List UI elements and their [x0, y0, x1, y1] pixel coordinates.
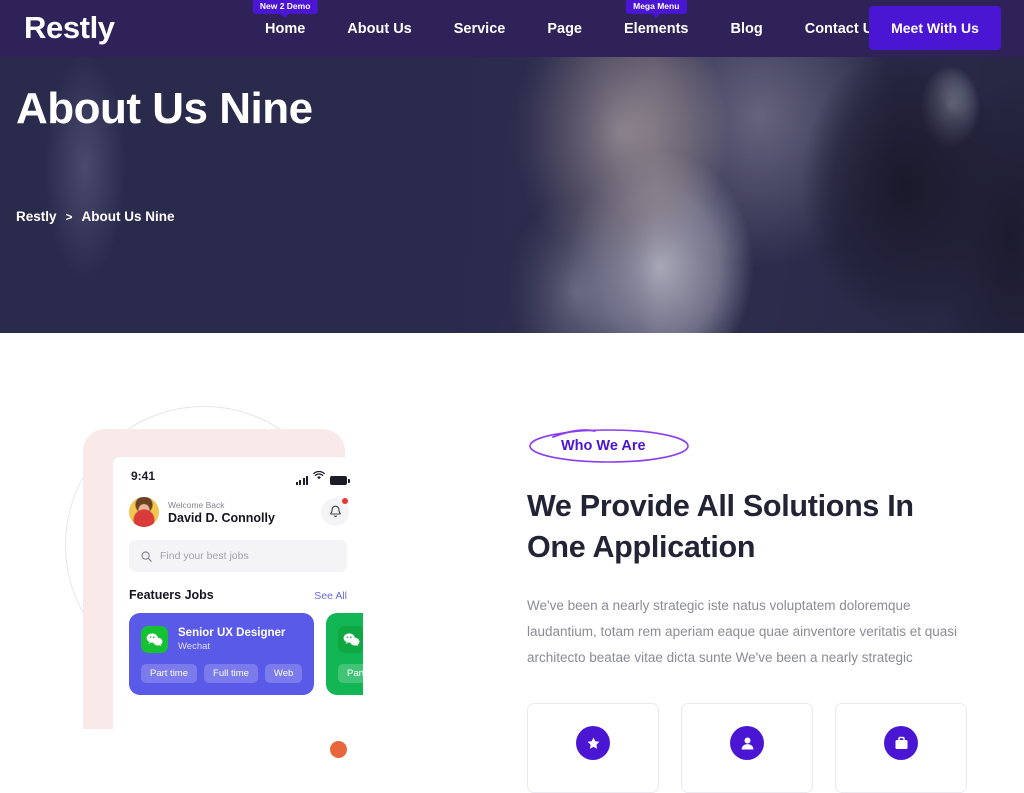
nav-item-blog[interactable]: Blog — [731, 21, 763, 37]
status-time: 9:41 — [131, 469, 156, 483]
section-description: We've been a nearly strategic iste natus… — [527, 598, 957, 665]
nav-badge-new-2-demo: New 2 Demo — [252, 0, 318, 14]
wechat-icon — [338, 626, 363, 653]
page-title: About Us Nine — [16, 84, 313, 133]
phone-status-bar: 9:41 — [113, 457, 363, 491]
section-eyebrow: Who We Are — [527, 427, 689, 466]
notification-dot-icon — [342, 498, 348, 504]
phone-screen: 9:41 Welcome Back David D. Connolly Find… — [113, 457, 363, 732]
nav-item-elements[interactable]: Mega Menu Elements — [624, 0, 689, 37]
feature-icon-2 — [730, 726, 764, 760]
job-tags: Part time Full time Web — [141, 664, 303, 683]
about-content: Who We Are We Provide All Solutions In O… — [527, 333, 997, 793]
breadcrumb-separator-icon: > — [65, 209, 73, 224]
hero-banner: About Us Nine Restly > About Us Nine — [0, 57, 1024, 333]
wechat-icon — [141, 626, 168, 653]
job-tag: Web — [264, 664, 303, 683]
feature-cards-row — [527, 703, 997, 793]
job-card[interactable]: Senior UX Designer Wechat Part time Full… — [129, 613, 314, 695]
job-company: Wechat — [178, 641, 211, 652]
decorative-orange-dot — [330, 741, 347, 758]
see-all-link[interactable]: See All — [314, 590, 347, 602]
feature-icon-3 — [884, 726, 918, 760]
phone-frame: 9:41 Welcome Back David D. Connolly Find… — [83, 429, 363, 732]
nav-item-page[interactable]: Page — [547, 21, 582, 37]
site-logo[interactable]: Restly — [24, 11, 115, 45]
job-card-header: Senior UX Designer Wechat — [141, 626, 302, 653]
wifi-icon — [313, 467, 325, 485]
breadcrumb-current: About Us Nine — [81, 209, 175, 224]
signal-bars-icon — [295, 476, 308, 485]
section-heading: We Provide All Solutions In One Applicat… — [527, 489, 914, 564]
feature-card[interactable] — [527, 703, 659, 793]
nav-item-service[interactable]: Service — [454, 21, 506, 37]
job-tag: Full time — [204, 664, 258, 683]
notification-bell-button[interactable] — [321, 498, 349, 526]
meet-with-us-button[interactable]: Meet With Us — [869, 6, 1001, 50]
nav-item-about-us[interactable]: About Us — [347, 21, 411, 37]
job-card-header: Senior UX Designer Wechat — [338, 626, 363, 653]
eyebrow-label: Who We Are — [561, 438, 646, 454]
breadcrumb: Restly > About Us Nine — [16, 209, 175, 224]
main-navigation: New 2 Demo Home About Us Service Page Me… — [252, 0, 881, 57]
user-avatar — [129, 497, 159, 527]
user-text-block: Welcome Back David D. Connolly — [168, 499, 312, 526]
feature-card[interactable] — [681, 703, 813, 793]
nav-label-elements: Elements — [624, 20, 689, 37]
nav-label-blog: Blog — [730, 20, 763, 37]
welcome-label: Welcome Back — [168, 499, 225, 510]
job-role: Senior UX Designer — [178, 627, 286, 639]
nav-label-service: Service — [453, 20, 506, 37]
job-card-text: Senior UX Designer Wechat — [178, 626, 285, 653]
job-search-input[interactable]: Find your best jobs — [129, 540, 347, 572]
job-tag: Part time — [141, 664, 198, 683]
phone-user-row: Welcome Back David D. Connolly — [113, 491, 363, 527]
feature-card[interactable] — [835, 703, 967, 793]
about-section: 9:41 Welcome Back David D. Connolly Find… — [0, 333, 1024, 793]
search-placeholder: Find your best jobs — [160, 550, 249, 562]
feature-icon-1 — [576, 726, 610, 760]
status-icons — [295, 467, 350, 485]
user-name: David D. Connolly — [168, 510, 275, 525]
job-tags: Part time Full time Web — [338, 664, 363, 683]
breadcrumb-home-link[interactable]: Restly — [16, 209, 57, 224]
battery-icon — [330, 476, 350, 485]
job-card[interactable]: Senior UX Designer Wechat Part time Full… — [326, 613, 363, 695]
featured-jobs-title: Featuers Jobs — [129, 588, 214, 602]
nav-label-about-us: About Us — [347, 20, 412, 37]
site-header: Restly New 2 Demo Home About Us Service … — [0, 0, 1024, 57]
nav-badge-mega-menu: Mega Menu — [626, 0, 687, 14]
job-cards-row: Senior UX Designer Wechat Part time Full… — [113, 602, 363, 695]
search-icon — [141, 550, 152, 562]
featured-jobs-header: Featuers Jobs See All — [113, 572, 363, 602]
nav-label-home: Home — [265, 20, 306, 37]
phone-mockup-wrapper: 9:41 Welcome Back David D. Connolly Find… — [0, 333, 512, 758]
nav-item-home[interactable]: New 2 Demo Home — [252, 0, 318, 37]
nav-label-page: Page — [547, 20, 583, 37]
bell-icon — [329, 505, 341, 518]
job-tag: Part time — [338, 664, 363, 683]
